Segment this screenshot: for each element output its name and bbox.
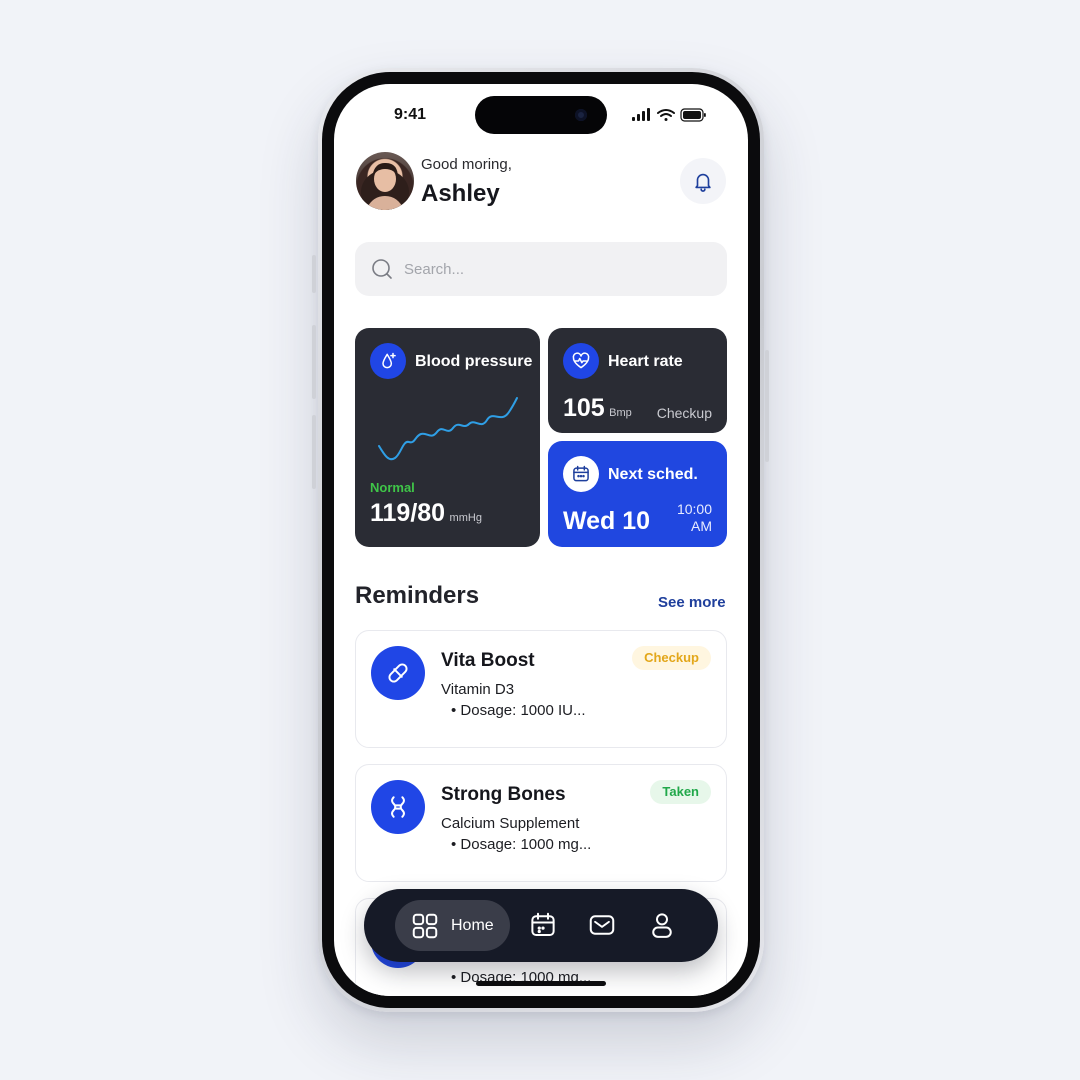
blood-pressure-reading: 119/80 mmHg [370, 499, 482, 528]
phone-screen: 9:41 Good moring, Ashley Search... Blood… [334, 84, 748, 996]
next-schedule-title: Next sched. [608, 466, 698, 483]
reminder-name: Vita Boost [441, 650, 535, 671]
calendar-icon-wrapper [563, 456, 599, 492]
blood-pressure-sparkline [378, 397, 518, 461]
nav-mail-tab[interactable] [582, 905, 622, 945]
battery-icon [680, 108, 706, 122]
nav-profile-tab[interactable] [642, 905, 682, 945]
next-schedule-time-hour: 10:00 [676, 501, 712, 517]
wifi-icon [657, 109, 675, 121]
reminder-icon-wrapper [371, 780, 425, 834]
blood-pressure-status: Normal [370, 480, 415, 495]
blood-drop-icon-wrapper [370, 343, 406, 379]
reminder-dosage-text: Dosage: 1000 mg... [460, 836, 592, 853]
blood-pressure-unit: mmHg [449, 512, 482, 524]
reminder-type: Vitamin D3 [441, 681, 515, 698]
blood-pressure-card[interactable]: Blood pressure Normal 119/80 mmHg [355, 328, 540, 547]
heart-rate-title: Heart rate [608, 353, 683, 370]
camera-icon [575, 109, 587, 121]
avatar[interactable] [356, 152, 414, 210]
search-input[interactable] [402, 259, 706, 279]
status-badge: Taken [650, 780, 711, 804]
mail-icon [589, 915, 615, 935]
pill-icon [388, 663, 408, 683]
status-badge: Checkup [632, 646, 711, 670]
heart-rate-reading: 105 Bmp [563, 394, 632, 423]
reminder-icon-wrapper [371, 646, 425, 700]
heart-rate-unit: Bmp [609, 407, 632, 419]
volume-up-button [312, 325, 316, 399]
reminder-dosage: • Dosage: 1000 mg... [451, 836, 592, 853]
signal-icon [632, 108, 650, 121]
blood-pressure-value: 119/80 [370, 499, 446, 527]
search-bar[interactable] [355, 242, 727, 296]
next-schedule-time: 10:00 AM [677, 501, 712, 535]
reminder-name: Strong Bones [441, 784, 566, 805]
bone-icon [391, 796, 405, 818]
next-schedule-time-period: AM [691, 518, 712, 534]
notifications-button[interactable] [680, 158, 726, 204]
nav-calendar-tab[interactable] [523, 905, 563, 945]
heart-rate-card[interactable]: Heart rate 105 Bmp Checkup [548, 328, 727, 433]
calendar-icon [531, 912, 555, 936]
search-icon [372, 259, 392, 279]
next-schedule-card[interactable]: Next sched. Wed 10 10:00 AM [548, 441, 727, 547]
reminder-type: Calcium Supplement [441, 815, 580, 832]
heart-icon-wrapper [563, 343, 599, 379]
heart-pulse-icon [572, 352, 590, 369]
calendar-icon [573, 465, 589, 482]
blood-pressure-title: Blood pressure [415, 353, 533, 370]
dynamic-island [475, 96, 607, 134]
bell-icon [695, 173, 711, 192]
bottom-nav: Home [364, 889, 718, 962]
reminders-title: Reminders [355, 582, 480, 609]
reminder-card[interactable]: Strong Bones Calcium Supplement • Dosage… [355, 764, 727, 882]
next-schedule-date: Wed 10 [563, 507, 651, 535]
status-icons [632, 108, 706, 127]
see-more-link[interactable]: See more [658, 594, 726, 611]
volume-down-button [312, 415, 316, 489]
power-button [765, 350, 769, 462]
home-grid-icon-wrapper [407, 906, 443, 946]
silent-switch [312, 255, 316, 293]
reminder-card[interactable]: Vita Boost Vitamin D3 • Dosage: 1000 IU.… [355, 630, 727, 748]
greeting-text: Good moring, [421, 156, 512, 173]
blood-drop-icon [382, 352, 396, 369]
home-grid-icon [412, 913, 438, 938]
reminder-dosage: • Dosage: 1000 IU... [451, 702, 586, 719]
home-indicator [476, 981, 606, 986]
reminder-dosage-text: Dosage: 1000 IU... [460, 702, 586, 719]
status-time: 9:41 [394, 106, 427, 123]
user-name: Ashley [421, 180, 500, 207]
nav-home-label: Home [451, 916, 494, 934]
nav-home-tab[interactable]: Home [395, 900, 510, 951]
heart-rate-value: 105 [563, 394, 605, 422]
heart-rate-checkup-link[interactable]: Checkup [657, 405, 712, 421]
profile-icon [652, 913, 672, 938]
